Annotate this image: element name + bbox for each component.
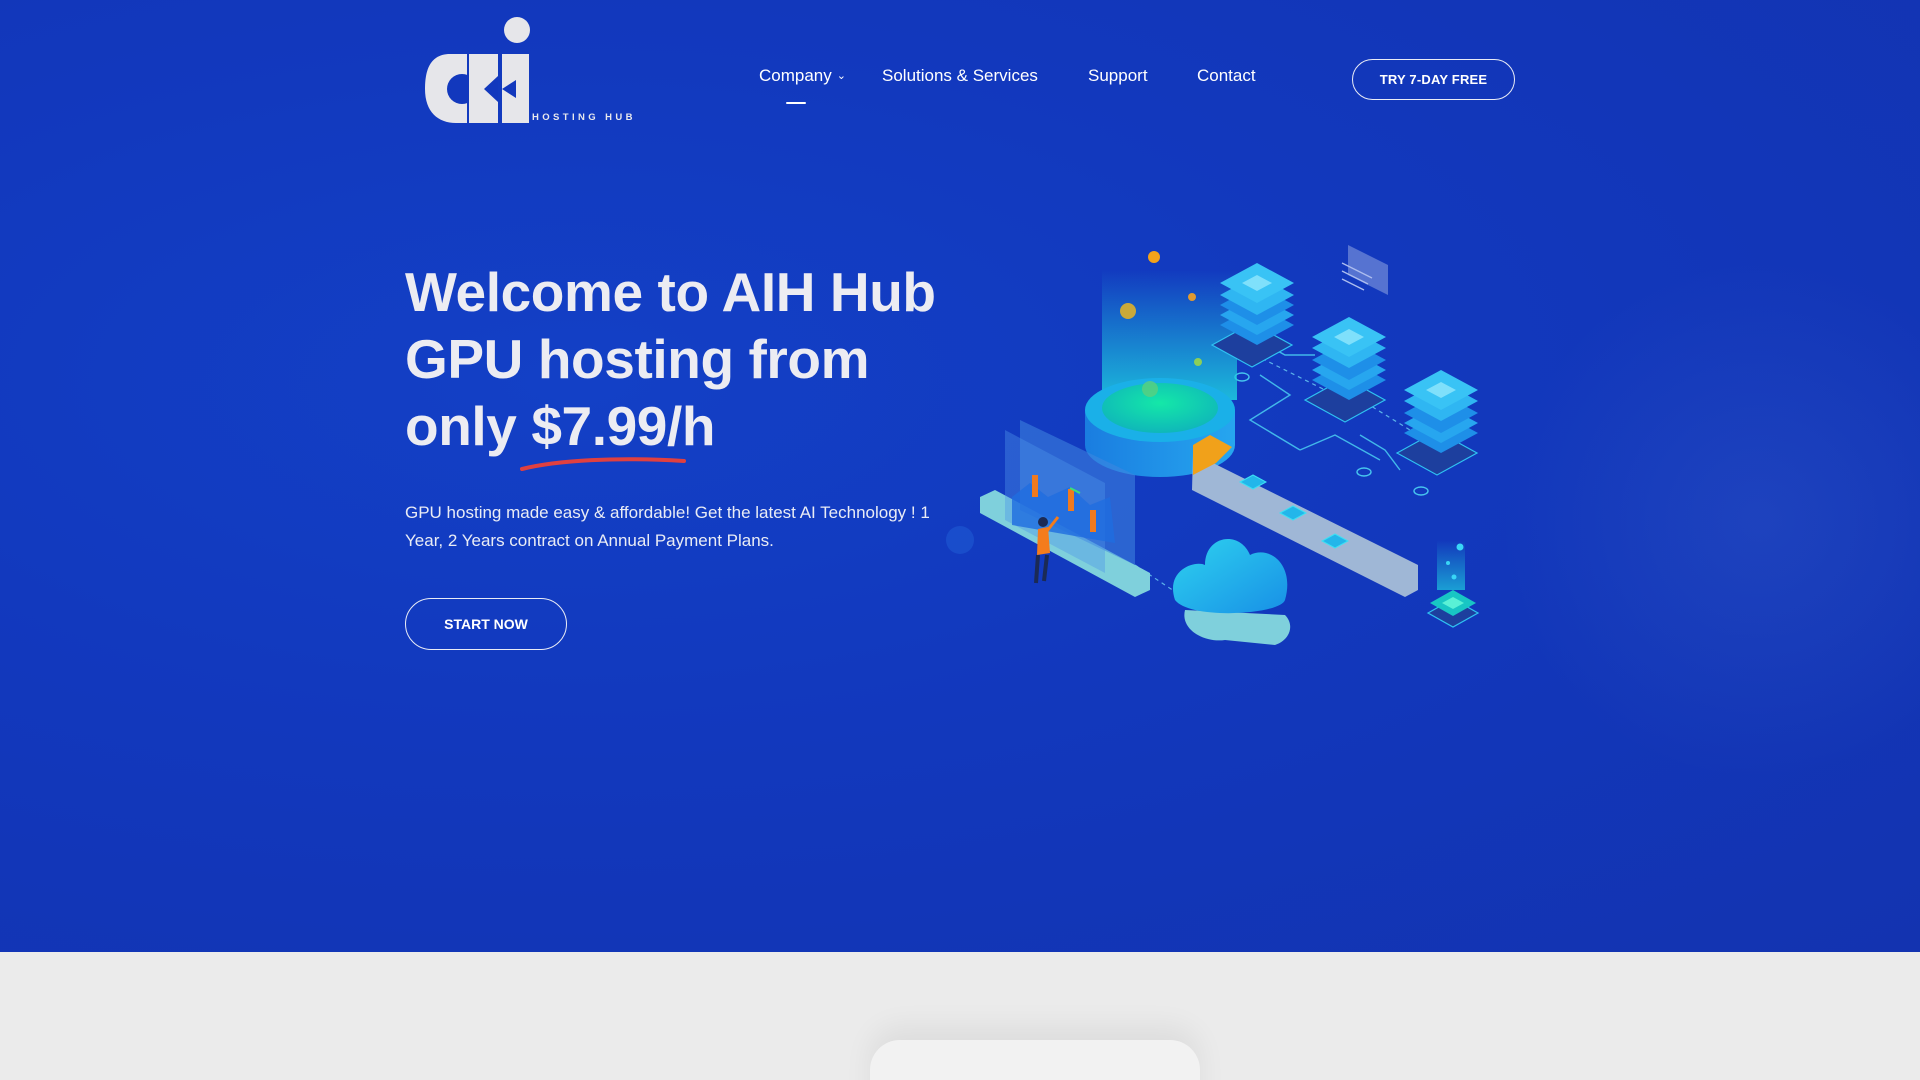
ai-logo-mark <box>425 17 530 123</box>
headline-line-1: Welcome to AIH Hub <box>405 261 936 323</box>
cloud-shape <box>1172 538 1291 645</box>
mini-server-stack <box>1426 590 1480 628</box>
price-underline-stroke <box>520 457 686 471</box>
hero-section: HOSTING HUB Company ⌄ Solutions & Service… <box>0 0 1920 952</box>
nav-item-solutions-services[interactable]: Solutions & Services <box>882 66 1038 86</box>
floating-document <box>1341 245 1388 295</box>
hero-headline: Welcome to AIH Hub GPU hosting from only… <box>405 259 965 460</box>
try-free-button[interactable]: TRY 7-DAY FREE <box>1352 59 1515 100</box>
cylinder-pool <box>1102 383 1218 433</box>
hero-glow <box>1500 260 1920 780</box>
active-nav-indicator <box>786 102 806 104</box>
gpu-hosting-illustration <box>946 245 1480 645</box>
lower-section-card <box>870 1040 1200 1080</box>
brand-logo[interactable]: HOSTING HUB <box>420 14 640 126</box>
logo-tagline: HOSTING HUB <box>532 112 636 123</box>
start-now-button[interactable]: START NOW <box>405 598 567 650</box>
server-stack-2 <box>1303 317 1387 423</box>
headline-line-3: only $7.99/h <box>405 395 716 457</box>
hero-description: GPU hosting made easy & affordable! Get … <box>405 503 930 550</box>
nav-item-support[interactable]: Support <box>1088 66 1148 86</box>
chevron-down-icon: ⌄ <box>836 70 846 82</box>
nav-label-company: Company <box>759 66 832 85</box>
headline-line-2: GPU hosting from <box>405 328 870 390</box>
nav-item-company[interactable]: Company ⌄ <box>759 66 846 86</box>
nav-item-contact[interactable]: Contact <box>1197 66 1256 86</box>
server-stack-3 <box>1395 370 1479 476</box>
